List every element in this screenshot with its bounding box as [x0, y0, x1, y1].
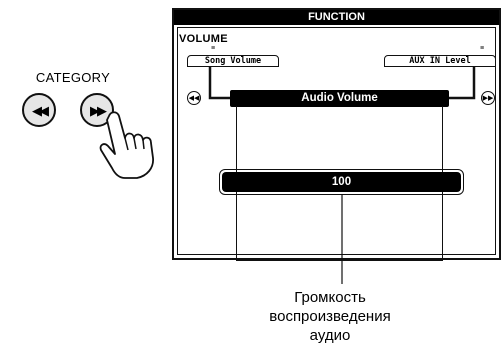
caption-line-1: Громкость — [294, 289, 366, 306]
value-caption: Громкость воспроизведения аудио — [230, 288, 430, 345]
caption-line-3: аудио — [309, 327, 351, 344]
caption-line-2: воспроизведения — [269, 308, 391, 325]
